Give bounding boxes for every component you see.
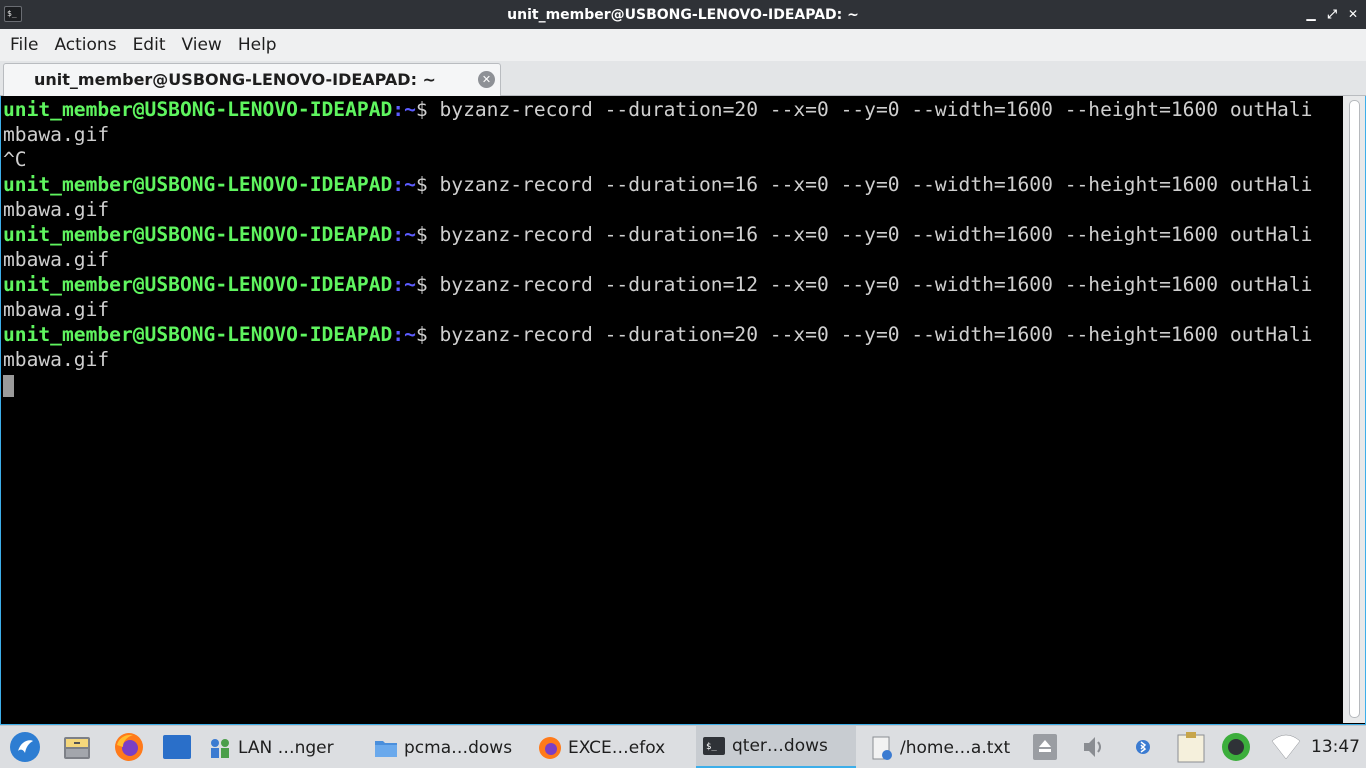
- window-title: unit_member@USBONG-LENOVO-IDEAPAD: ~: [507, 6, 859, 23]
- output-text: mbawa.gif: [3, 198, 110, 221]
- command-text: byzanz-record --duration=20 --x=0 --y=0 …: [427, 323, 1313, 346]
- firefox-icon[interactable]: [113, 731, 145, 763]
- folder-icon: [375, 740, 397, 757]
- terminal-output-line: mbawa.gif: [3, 247, 1343, 272]
- terminal-scrollbar[interactable]: [1343, 96, 1365, 723]
- terminal-output[interactable]: unit_member@USBONG-LENOVO-IDEAPAD:~$ byz…: [3, 96, 1343, 723]
- task-label: LAN …nger: [238, 737, 334, 758]
- task-lan-manager[interactable]: LAN …nger: [208, 726, 368, 768]
- prompt-path: :~: [392, 273, 416, 296]
- taskbar: LAN …nger pcma…dows EXCE…efox $_ qter…do…: [0, 725, 1366, 768]
- command-text: byzanz-record --duration=16 --x=0 --y=0 …: [427, 223, 1313, 246]
- terminal-output-line: mbawa.gif: [3, 122, 1343, 147]
- prompt-path: :~: [392, 223, 416, 246]
- terminal-output-line: ^C: [3, 147, 1343, 172]
- clock[interactable]: 13:47: [1311, 726, 1360, 768]
- bluetooth-icon[interactable]: [1131, 731, 1155, 763]
- prompt-symbol: $: [415, 173, 428, 196]
- show-desktop-icon[interactable]: [161, 731, 193, 763]
- terminal-output-line: mbawa.gif: [3, 347, 1343, 372]
- prompt-user-host: unit_member@USBONG-LENOVO-IDEAPAD: [3, 323, 393, 346]
- prompt-path: :~: [392, 173, 416, 196]
- wifi-icon[interactable]: [1270, 731, 1302, 763]
- prompt-symbol: $: [415, 323, 428, 346]
- prompt-user-host: unit_member@USBONG-LENOVO-IDEAPAD: [3, 223, 393, 246]
- task-folder[interactable]: pcma…dows: [374, 726, 534, 768]
- task-label: /home…a.txt: [900, 737, 1011, 758]
- task-label: pcma…dows: [404, 737, 513, 758]
- tab-terminal[interactable]: unit_member@USBONG-LENOVO-IDEAPAD: ~ ✕: [3, 63, 501, 96]
- terminal-view[interactable]: unit_member@USBONG-LENOVO-IDEAPAD:~$ byz…: [0, 96, 1366, 725]
- task-text-editor[interactable]: /home…a.txt: [870, 726, 1028, 768]
- clipboard-icon[interactable]: [1174, 731, 1210, 763]
- task-label: EXCE…efox: [568, 737, 666, 758]
- output-text: mbawa.gif: [3, 248, 110, 271]
- command-text: byzanz-record --duration=20 --x=0 --y=0 …: [427, 98, 1313, 121]
- close-button[interactable]: ✕: [1344, 5, 1362, 23]
- minimize-button[interactable]: ▁: [1302, 5, 1320, 23]
- menu-help[interactable]: Help: [230, 35, 285, 55]
- menu-actions[interactable]: Actions: [46, 35, 124, 55]
- prompt-user-host: unit_member@USBONG-LENOVO-IDEAPAD: [3, 273, 393, 296]
- task-firefox[interactable]: EXCE…efox: [538, 726, 688, 768]
- output-text: mbawa.gif: [3, 298, 110, 321]
- firefox-icon: [539, 736, 561, 759]
- start-menu-icon[interactable]: [9, 731, 41, 763]
- svg-text:$_: $_: [706, 742, 717, 752]
- terminal-app-icon[interactable]: $_: [4, 6, 22, 22]
- tab-bar: unit_member@USBONG-LENOVO-IDEAPAD: ~ ✕: [0, 61, 1366, 96]
- file-cabinet-icon[interactable]: [61, 731, 93, 763]
- terminal-cursor-line: [3, 372, 1343, 397]
- prompt-path: :~: [392, 323, 416, 346]
- menu-view[interactable]: View: [173, 35, 229, 55]
- update-ring-icon[interactable]: [1220, 731, 1252, 763]
- network-manager-icon: [211, 738, 229, 758]
- prompt-path: :~: [392, 98, 416, 121]
- output-text: ^C: [3, 148, 27, 171]
- terminal-output-line: mbawa.gif: [3, 297, 1343, 322]
- maximize-button[interactable]: ⤢: [1323, 5, 1341, 23]
- close-icon[interactable]: ✕: [478, 71, 495, 88]
- command-text: byzanz-record --duration=16 --x=0 --y=0 …: [427, 173, 1313, 196]
- terminal-cursor: [3, 374, 14, 397]
- terminal-command-line: unit_member@USBONG-LENOVO-IDEAPAD:~$ byz…: [3, 172, 1343, 197]
- prompt-symbol: $: [415, 223, 428, 246]
- eject-icon[interactable]: [1032, 731, 1058, 763]
- terminal-command-line: unit_member@USBONG-LENOVO-IDEAPAD:~$ byz…: [3, 322, 1343, 347]
- volume-icon[interactable]: [1080, 731, 1108, 763]
- terminal-command-line: unit_member@USBONG-LENOVO-IDEAPAD:~$ byz…: [3, 97, 1343, 122]
- task-label: qter…dows: [732, 736, 828, 756]
- menu-file[interactable]: File: [2, 35, 46, 55]
- terminal-command-line: unit_member@USBONG-LENOVO-IDEAPAD:~$ byz…: [3, 222, 1343, 247]
- prompt-user-host: unit_member@USBONG-LENOVO-IDEAPAD: [3, 173, 393, 196]
- terminal-output-line: mbawa.gif: [3, 197, 1343, 222]
- terminal-icon: $_: [703, 737, 725, 755]
- output-text: mbawa.gif: [3, 123, 110, 146]
- prompt-symbol: $: [415, 273, 428, 296]
- tab-label: unit_member@USBONG-LENOVO-IDEAPAD: ~: [34, 70, 436, 89]
- window-title-bar[interactable]: $_ unit_member@USBONG-LENOVO-IDEAPAD: ~ …: [0, 0, 1366, 29]
- prompt-user-host: unit_member@USBONG-LENOVO-IDEAPAD: [3, 98, 393, 121]
- menu-bar: File Actions Edit View Help: [0, 29, 1366, 61]
- task-terminal[interactable]: $_ qter…dows: [696, 726, 856, 768]
- output-text: mbawa.gif: [3, 348, 110, 371]
- command-text: byzanz-record --duration=12 --x=0 --y=0 …: [427, 273, 1313, 296]
- terminal-command-line: unit_member@USBONG-LENOVO-IDEAPAD:~$ byz…: [3, 272, 1343, 297]
- text-editor-icon: [872, 736, 892, 760]
- prompt-symbol: $: [415, 98, 428, 121]
- scrollbar-thumb[interactable]: [1349, 100, 1360, 718]
- menu-edit[interactable]: Edit: [125, 35, 174, 55]
